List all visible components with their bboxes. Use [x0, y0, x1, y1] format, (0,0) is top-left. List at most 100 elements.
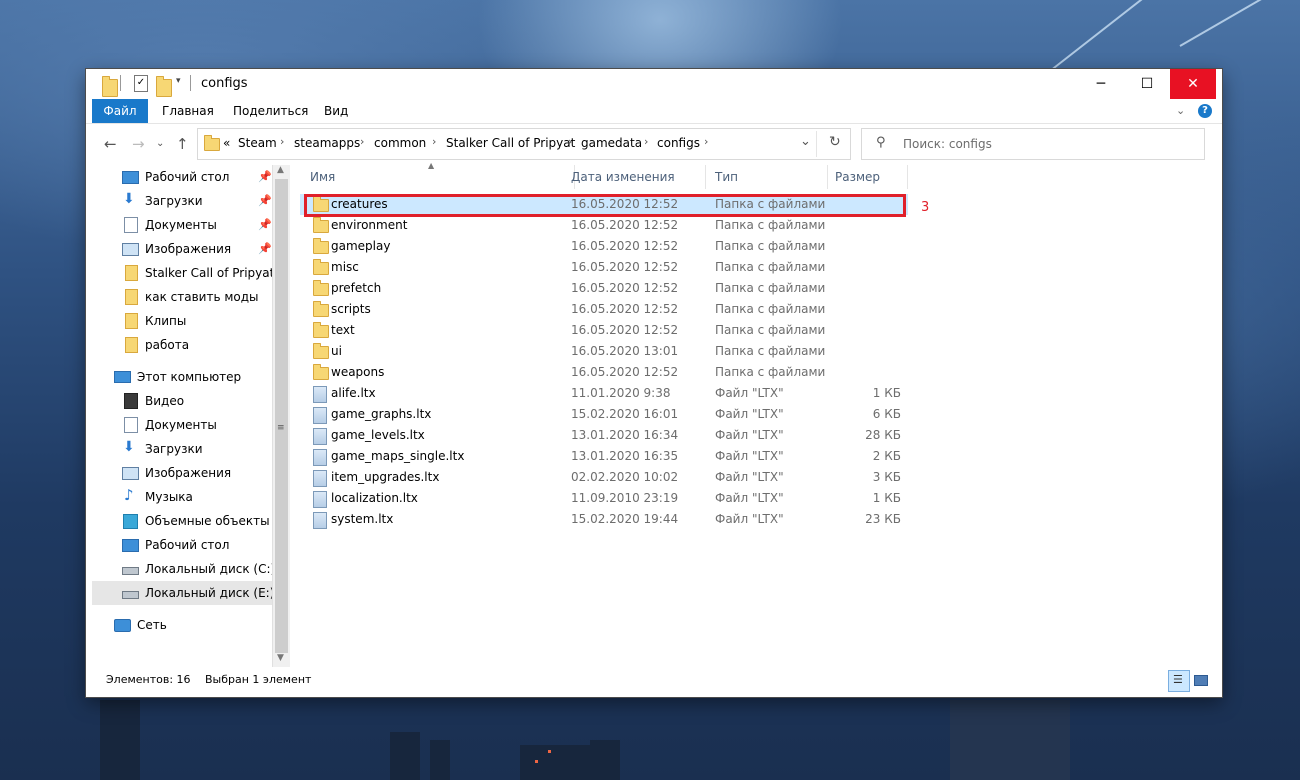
large-icons-view-button[interactable]	[1190, 670, 1212, 692]
table-row[interactable]: environment 16.05.2020 12:52 Папка с файла…	[300, 215, 908, 236]
breadcrumb-steam[interactable]: Steam	[238, 136, 277, 150]
column-header-name[interactable]: Имя	[300, 165, 575, 189]
new-folder-icon[interactable]	[156, 76, 172, 97]
file-name: scripts	[331, 302, 371, 316]
breadcrumb-configs[interactable]: configs	[657, 136, 700, 150]
table-row[interactable]: ui 16.05.2020 13:01 Папка с файлами	[300, 341, 908, 362]
nav-item-pc-desktop[interactable]: Рабочий стол	[92, 533, 278, 557]
nav-item-stalker[interactable]: Stalker Call of Pripyat	[92, 261, 278, 285]
nav-item-drive-c[interactable]: Локальный диск (C:)	[92, 557, 278, 581]
address-history-dropdown[interactable]: ⌄	[800, 134, 811, 149]
properties-icon[interactable]: ✓	[134, 75, 148, 92]
breadcrumb-gamedata[interactable]: gamedata	[581, 136, 642, 150]
table-row[interactable]: game_maps_single.ltx 13.01.2020 16:35 Файл…	[300, 446, 908, 467]
table-row[interactable]: scripts 16.05.2020 12:52 Папка с файлами	[300, 299, 908, 320]
search-box[interactable]: ⚲ Поиск: configs	[861, 128, 1205, 160]
quick-access-dropdown-icon[interactable]: ▾	[176, 76, 181, 92]
desktop-icon	[122, 171, 139, 184]
close-button[interactable]: ✕	[1170, 69, 1216, 99]
nav-item-network[interactable]: Сеть	[92, 613, 278, 637]
nav-item-label: Видео	[145, 394, 185, 408]
tab-home[interactable]: Главная	[162, 99, 214, 123]
table-row[interactable]: game_graphs.ltx 15.02.2020 16:01 Файл "LTX…	[300, 404, 908, 425]
file-name: text	[331, 323, 355, 337]
pin-icon[interactable]: 📌	[258, 165, 272, 189]
breadcrumb-separator-icon[interactable]: ›	[360, 135, 364, 148]
nav-item-label: Изображения	[145, 466, 232, 480]
table-row[interactable]: weapons 16.05.2020 12:52 Папка с файлами	[300, 362, 908, 383]
nav-item-pc-documents[interactable]: Документы	[92, 413, 278, 437]
breadcrumb-stalker[interactable]: Stalker Call of Pripyat	[446, 136, 575, 150]
nav-item-pictures[interactable]: Изображения 📌	[92, 237, 278, 261]
nav-item-work[interactable]: работа	[92, 333, 278, 357]
address-bar[interactable]: « Steam › steamapps › common › Stalker C…	[197, 128, 851, 160]
column-header-type[interactable]: Тип	[707, 165, 828, 189]
search-input[interactable]: Поиск: configs	[903, 137, 992, 151]
table-row[interactable]: gameplay 16.05.2020 12:52 Папка с файлами	[300, 236, 908, 257]
pin-icon[interactable]: 📌	[258, 237, 272, 261]
scrollbar-thumb[interactable]	[275, 179, 288, 653]
forward-button[interactable]: →	[132, 135, 145, 153]
breadcrumb-separator-icon[interactable]: ›	[280, 135, 284, 148]
recent-locations-dropdown[interactable]: ⌄	[156, 138, 164, 149]
table-row[interactable]: localization.ltx 11.09.2010 23:19 Файл "LT…	[300, 488, 908, 509]
tab-view[interactable]: Вид	[324, 99, 348, 123]
table-row[interactable]: text 16.05.2020 12:52 Папка с файлами	[300, 320, 908, 341]
folder-icon	[313, 238, 329, 254]
file-name: item_upgrades.ltx	[331, 470, 440, 484]
back-button[interactable]: ←	[104, 135, 117, 153]
file-date: 16.05.2020 12:52	[571, 365, 679, 379]
expand-ribbon-icon[interactable]: ⌄	[1176, 104, 1185, 117]
nav-item-desktop[interactable]: Рабочий стол 📌	[92, 165, 278, 189]
pin-icon[interactable]: 📌	[258, 189, 272, 213]
large-icons-view-icon	[1194, 675, 1208, 686]
breadcrumb-steamapps[interactable]: steamapps	[294, 136, 360, 150]
maximize-button[interactable]: ☐	[1124, 69, 1170, 99]
nav-item-drive-e[interactable]: Локальный диск (E:)	[92, 581, 278, 605]
nav-item-video[interactable]: Видео	[92, 389, 278, 413]
table-row[interactable]: misc 16.05.2020 12:52 Папка с файлами	[300, 257, 908, 278]
breadcrumb-separator-icon[interactable]: ›	[568, 135, 572, 148]
file-name: localization.ltx	[331, 491, 418, 505]
help-icon[interactable]: ?	[1198, 104, 1212, 118]
file-date: 16.05.2020 12:52	[571, 323, 679, 337]
file-name: environment	[331, 218, 408, 232]
column-header-date[interactable]: Дата изменения	[565, 165, 706, 189]
refresh-icon[interactable]: ↻	[829, 134, 841, 150]
column-header-size[interactable]: Размер	[828, 165, 908, 189]
wallpaper-streak	[1049, 0, 1177, 72]
table-row[interactable]: alife.ltx 11.01.2020 9:38 Файл "LTX" 1 КБ	[300, 383, 908, 404]
nav-item-mods[interactable]: как ставить моды	[92, 285, 278, 309]
network-icon	[114, 619, 131, 632]
nav-item-this-pc[interactable]: Этот компьютер	[92, 365, 278, 389]
table-row[interactable]: game_levels.ltx 13.01.2020 16:34 Файл "LTX…	[300, 425, 908, 446]
nav-item-3d-objects[interactable]: Объемные объекты	[92, 509, 278, 533]
pin-icon[interactable]: 📌	[258, 213, 272, 237]
table-row[interactable]: item_upgrades.ltx 02.02.2020 10:02 Файл "L…	[300, 467, 908, 488]
breadcrumb-separator-icon[interactable]: ›	[644, 135, 648, 148]
nav-item-downloads[interactable]: ⬇ Загрузки 📌	[92, 189, 278, 213]
file-name: gameplay	[331, 239, 391, 253]
breadcrumb-common[interactable]: common	[374, 136, 426, 150]
nav-pane-scrollbar[interactable]: ▲ ≡ ▼	[272, 165, 290, 667]
tab-file[interactable]: Файл	[92, 99, 148, 123]
breadcrumb-separator-icon[interactable]: ›	[704, 135, 708, 148]
tab-share[interactable]: Поделиться	[233, 99, 308, 123]
up-button[interactable]: ↑	[176, 135, 189, 153]
details-view-button[interactable]: ☰	[1168, 670, 1190, 692]
file-type: Файл "LTX"	[715, 428, 784, 442]
nav-item-clips[interactable]: Клипы	[92, 309, 278, 333]
nav-item-pc-downloads[interactable]: ⬇ Загрузки	[92, 437, 278, 461]
breadcrumb-separator-icon[interactable]: ›	[432, 135, 436, 148]
nav-item-pc-pictures[interactable]: Изображения	[92, 461, 278, 485]
nav-item-music[interactable]: ♪ Музыка	[92, 485, 278, 509]
scroll-up-icon[interactable]: ▲	[277, 165, 284, 175]
breadcrumb-overflow[interactable]: «	[223, 136, 230, 150]
address-separator	[816, 131, 817, 157]
minimize-button[interactable]: ─	[1078, 69, 1124, 99]
file-size: 1 КБ	[872, 491, 901, 505]
table-row[interactable]: system.ltx 15.02.2020 19:44 Файл "LTX" 23 К…	[300, 509, 908, 530]
nav-item-documents[interactable]: Документы 📌	[92, 213, 278, 237]
scroll-down-icon[interactable]: ▼	[277, 653, 284, 663]
table-row[interactable]: prefetch 16.05.2020 12:52 Папка с файлами	[300, 278, 908, 299]
